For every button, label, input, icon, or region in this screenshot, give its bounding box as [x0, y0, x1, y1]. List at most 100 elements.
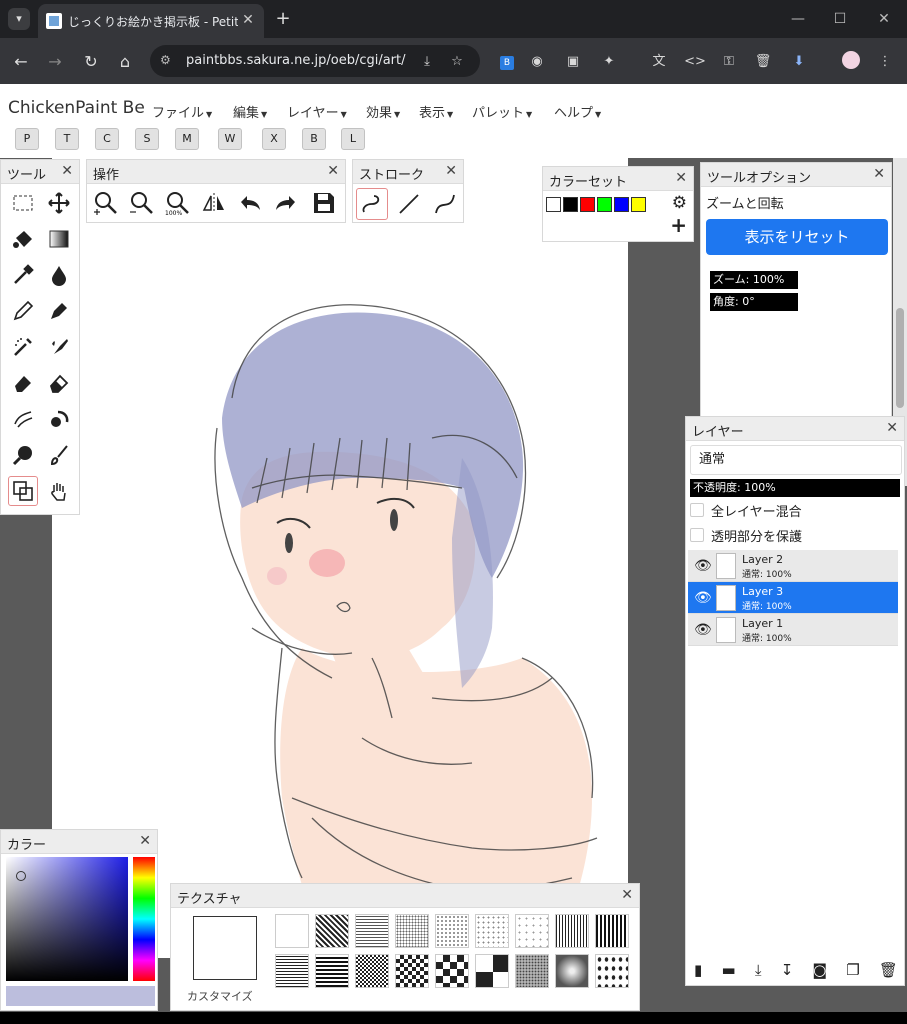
layer-row-layer-3[interactable]: 👁 Layer 3 通常: 100% [688, 582, 898, 614]
texture-swatch-hlines-thick[interactable] [315, 954, 349, 988]
stroke-panel-close-icon[interactable]: ✕ [445, 163, 457, 179]
texture-swatch-dots-fine[interactable] [395, 914, 429, 948]
bookmark-star-icon[interactable]: ☆ [446, 51, 468, 73]
menu-effects[interactable]: 効果 ▼ [366, 102, 400, 121]
key-button-w[interactable]: W [218, 128, 242, 150]
trash-ext-icon[interactable]: 🗑 [752, 51, 774, 73]
texture-swatch-checker-medium[interactable] [395, 954, 429, 988]
blender-tool-icon[interactable] [44, 404, 74, 434]
brush-tool-icon[interactable] [44, 440, 74, 470]
freehand-stroke-icon[interactable] [356, 188, 388, 220]
window-close-button[interactable]: ✕ [872, 8, 896, 30]
flip-horizontal-icon[interactable] [199, 188, 229, 218]
key-button-m[interactable]: M [175, 128, 199, 150]
gradient-tool-icon[interactable] [44, 224, 74, 254]
menu-edit[interactable]: 編集 ▼ [233, 102, 267, 121]
water-drop-tool-icon[interactable] [44, 260, 74, 290]
redo-icon[interactable] [271, 188, 301, 218]
texture-swatch-blank[interactable] [275, 914, 309, 948]
zoom-in-icon[interactable] [91, 188, 121, 218]
download-icon[interactable]: ⬇ [788, 51, 810, 73]
eyedropper-tool-icon[interactable] [8, 260, 38, 290]
operations-panel-close-icon[interactable]: ✕ [327, 163, 339, 179]
clipboard-icon[interactable]: ▣ [562, 51, 584, 73]
rect-select-tool-icon[interactable] [8, 188, 38, 218]
key-button-t[interactable]: T [55, 128, 79, 150]
menu-help[interactable]: ヘルプ ▼ [554, 102, 601, 121]
install-icon[interactable]: ⤓ [416, 51, 438, 73]
menu-file[interactable]: ファイル ▼ [152, 102, 212, 121]
eraser-tool-icon[interactable] [8, 368, 38, 398]
key-button-s[interactable]: S [135, 128, 159, 150]
watercolor-tool-icon[interactable] [44, 332, 74, 362]
lock-alpha-checkbox[interactable] [690, 528, 704, 542]
pen-tool-icon[interactable] [44, 296, 74, 326]
extension-mouse-icon[interactable]: ◉ [526, 51, 548, 73]
texture-swatch-checker-small[interactable] [355, 954, 389, 988]
scrollbar-thumb[interactable] [896, 308, 904, 408]
pencil-tool-icon[interactable] [8, 296, 38, 326]
layer-row-layer-2[interactable]: 👁 Layer 2 通常: 100% [688, 550, 898, 582]
merge-visible-icon[interactable]: ↧ [781, 961, 794, 983]
swatch-yellow[interactable] [631, 197, 646, 212]
color-panel-close-icon[interactable]: ✕ [139, 833, 151, 849]
blend-mode-select[interactable]: 通常 [690, 445, 902, 475]
texture-swatch-noise-cloud[interactable] [555, 954, 589, 988]
key-button-l[interactable]: L [341, 128, 365, 150]
soft-eraser-tool-icon[interactable] [44, 368, 74, 398]
texture-swatch-dots-small[interactable] [435, 914, 469, 948]
merge-down-icon[interactable]: ⤓ [755, 961, 762, 983]
texture-swatch-hlines-fine[interactable] [275, 954, 309, 988]
visibility-eye-icon[interactable]: 👁 [694, 622, 712, 638]
duplicate-layer-icon[interactable]: ❐ [846, 961, 859, 983]
texture-swatch-grid[interactable] [355, 914, 389, 948]
home-icon[interactable]: ⌂ [114, 51, 136, 73]
key-button-x[interactable]: X [262, 128, 286, 150]
colorset-panel-close-icon[interactable]: ✕ [675, 170, 687, 186]
new-layer-icon[interactable]: ▮ [694, 961, 702, 983]
undo-icon[interactable] [235, 188, 265, 218]
reload-icon[interactable]: ↻ [80, 51, 102, 73]
colorset-settings-icon[interactable]: ⚙ [672, 193, 687, 213]
key-icon[interactable]: ⚿ [718, 51, 740, 73]
key-button-c[interactable]: C [95, 128, 119, 150]
texture-swatch-dots-medium[interactable] [475, 914, 509, 948]
layer-row-layer-1[interactable]: 👁 Layer 1 通常: 100% [688, 614, 898, 646]
minimize-button[interactable]: — [786, 8, 810, 30]
maximize-button[interactable]: ☐ [828, 8, 852, 30]
back-icon[interactable]: ← [10, 51, 32, 73]
tab-search-button[interactable]: ▾ [8, 8, 30, 30]
zoom-100-icon[interactable]: 100% [163, 188, 193, 218]
saturation-value-picker[interactable] [6, 857, 128, 981]
translate-icon[interactable]: 文 [648, 51, 670, 73]
smudge-tool-icon[interactable] [8, 404, 38, 434]
move-tool-icon[interactable] [44, 188, 74, 218]
extension-b-icon[interactable]: B [496, 51, 518, 73]
extensions-puzzle-icon[interactable]: ✦ [598, 51, 620, 73]
forward-icon[interactable]: → [44, 51, 66, 73]
browser-menu-icon[interactable]: ⋮ [874, 51, 896, 73]
swatch-blue[interactable] [614, 197, 629, 212]
swatch-red[interactable] [580, 197, 595, 212]
swatch-white[interactable] [546, 197, 561, 212]
add-mask-icon[interactable]: ◙ [812, 961, 827, 983]
curve-stroke-icon[interactable] [429, 188, 461, 220]
tab-close-icon[interactable]: ✕ [238, 10, 258, 30]
texture-panel-close-icon[interactable]: ✕ [621, 887, 633, 903]
visibility-eye-icon[interactable]: 👁 [694, 590, 712, 606]
tools-panel-close-icon[interactable]: ✕ [61, 163, 73, 179]
tool-options-panel-close-icon[interactable]: ✕ [873, 166, 885, 182]
texture-swatch-dots-large[interactable] [515, 914, 549, 948]
texture-customize-link[interactable]: カスタマイズ [187, 988, 253, 1004]
line-stroke-icon[interactable] [393, 188, 425, 220]
profile-avatar[interactable] [840, 51, 862, 73]
texture-swatch-checker-huge[interactable] [475, 954, 509, 988]
menu-palette[interactable]: パレット ▼ [472, 102, 532, 121]
texture-swatch-checker-large[interactable] [435, 954, 469, 988]
key-button-b[interactable]: B [302, 128, 326, 150]
zoom-readout[interactable]: ズーム: 100% [710, 271, 798, 289]
swatch-black[interactable] [563, 197, 578, 212]
hand-tool-icon[interactable] [44, 476, 74, 506]
visibility-eye-icon[interactable]: 👁 [694, 558, 712, 574]
new-folder-icon[interactable]: ▬ [721, 961, 735, 983]
